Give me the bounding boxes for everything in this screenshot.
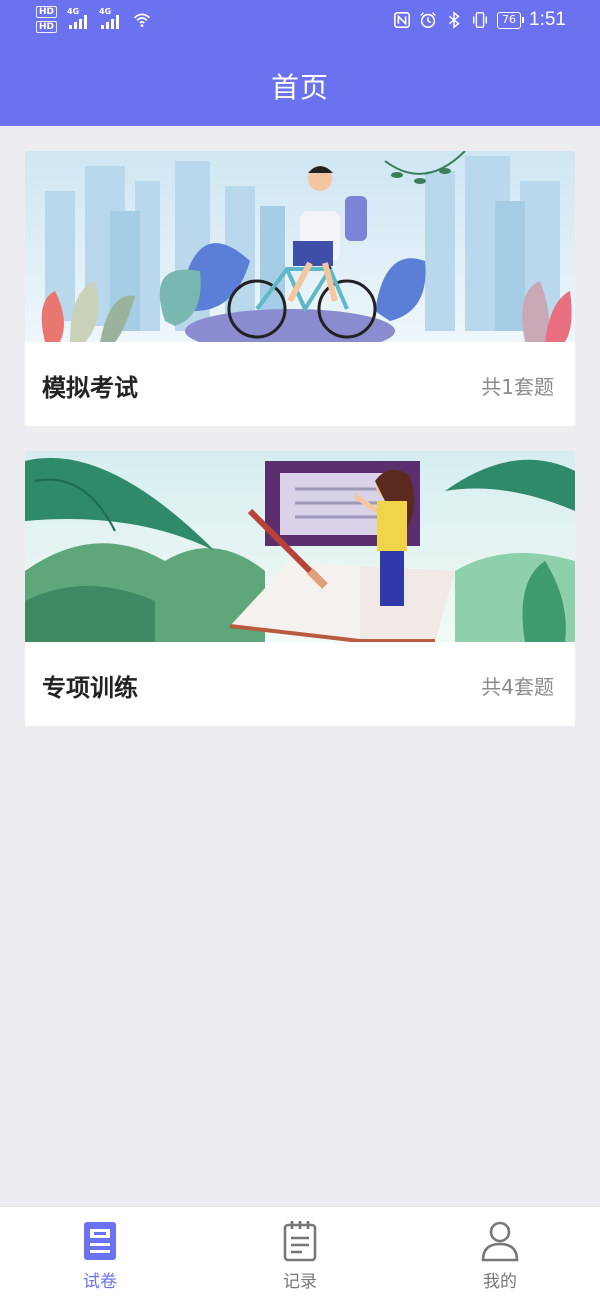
status-right: 76 1:51 [393,9,566,31]
user-icon [481,1221,519,1262]
card-title: 专项训练 [42,674,138,702]
top-bar: HD HD 4G 4G 76 1:51 首页 [0,0,600,126]
bluetooth-icon [449,11,460,29]
tab-label: 我的 [483,1272,517,1292]
signal-1-icon: 4G [67,7,88,29]
sim2-hd-badge: HD [36,21,58,33]
mock-exam-card[interactable]: 模拟考试 共1套题 [25,151,575,426]
sim-indicators: HD HD [36,6,58,33]
vibrate-icon [472,12,488,28]
tab-records[interactable]: 记录 [200,1207,400,1300]
set-count: 共4套题 [481,675,554,699]
card-title: 模拟考试 [42,374,138,402]
alarm-icon [420,12,436,29]
card-footer: 专项训练 共4套题 [25,642,575,726]
reading-illustration [25,451,575,642]
tab-exam[interactable]: 试卷 [0,1207,200,1300]
wifi-icon [133,13,151,27]
status-bar: HD HD 4G 4G 76 1:51 [0,0,600,42]
net-type-1: 4G [67,6,80,16]
special-training-card[interactable]: 专项训练 共4套题 [25,451,575,726]
page-title: 首页 [270,71,329,104]
tab-label: 试卷 [83,1272,117,1292]
battery-icon: 76 [497,11,525,29]
card-footer: 模拟考试 共1套题 [25,342,575,426]
set-count: 共1套题 [481,375,554,399]
signal-2-icon: 4G [99,7,120,29]
tab-mine[interactable]: 我的 [400,1207,600,1300]
status-time: 1:51 [529,9,566,30]
sim1-hd-badge: HD [36,6,58,18]
tab-label: 记录 [283,1272,317,1292]
net-type-2: 4G [99,6,112,16]
status-left: HD HD 4G 4G [36,6,153,33]
exam-paper-icon [84,1222,116,1260]
nfc-icon [394,11,411,29]
clipboard-icon [283,1221,317,1262]
bottom-tab-bar: 试卷 记录 我的 [0,1206,600,1300]
cyclist-illustration [25,151,575,342]
